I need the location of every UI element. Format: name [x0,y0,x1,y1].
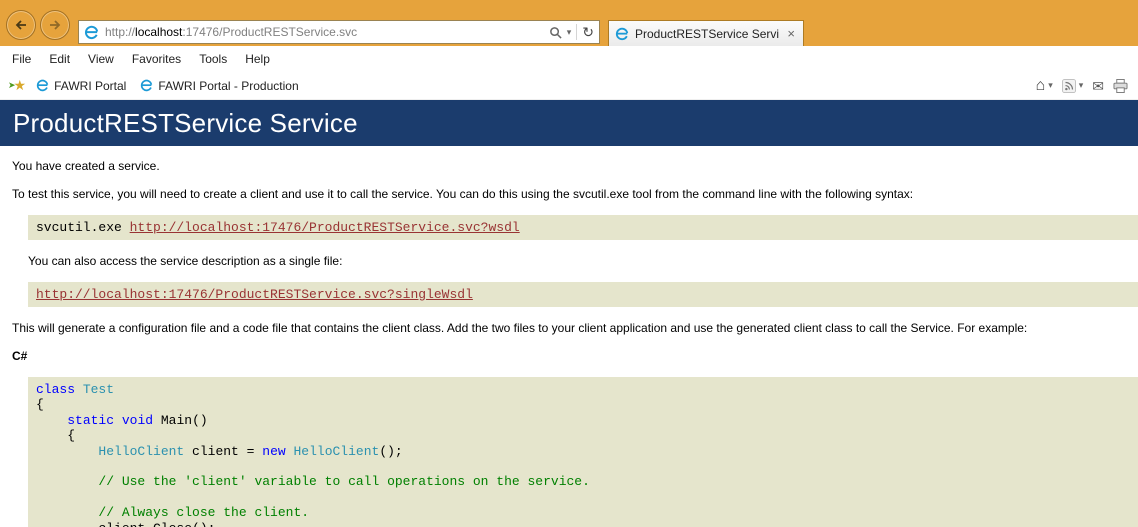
address-bar[interactable]: http://localhost:17476/ProductRESTServic… [78,20,600,44]
favorite-label: FAWRI Portal [54,78,127,93]
home-icon: ⌂ [1035,76,1046,94]
refresh-icon[interactable]: ↻ [582,25,594,39]
feed-button[interactable]: ▾ [1061,78,1084,93]
favorite-label: FAWRI Portal - Production [158,78,299,93]
favorite-link-fawri-portal[interactable]: FAWRI Portal [36,79,126,93]
code-sample: class Test{ static void Main() { HelloCl… [28,377,1138,527]
menu-help[interactable]: Help [236,52,279,66]
browser-tab[interactable]: ProductRESTService Service × [608,20,804,46]
favorite-link-fawri-portal-production[interactable]: FAWRI Portal - Production [140,78,299,93]
wsdl-link[interactable]: http://localhost:17476/ProductRESTServic… [130,220,520,235]
browser-chrome: http://localhost:17476/ProductRESTServic… [0,0,1138,46]
page-title: ProductRESTService Service [13,107,358,138]
print-icon [1113,78,1128,93]
menu-view[interactable]: View [79,52,123,66]
forward-button[interactable] [40,10,70,40]
favorite-ie-icon [36,79,49,92]
back-button[interactable] [6,10,36,40]
intro-text: You have created a service. [12,159,160,173]
home-dropdown-icon[interactable]: ▾ [1048,80,1053,91]
back-icon [13,17,29,33]
page-content: You have created a service. To test this… [0,159,1138,527]
tab-title: ProductRESTService Service [635,26,780,41]
address-divider [576,24,578,40]
home-button[interactable]: ⌂ ▾ [1035,76,1053,94]
ie-icon [84,25,99,40]
menu-file[interactable]: File [3,52,40,66]
menu-edit[interactable]: Edit [40,52,79,66]
favorites-bar: ➤ ★ FAWRI Portal FAWRI Portal - Producti… [0,72,1138,100]
language-label: C# [12,349,28,363]
print-button[interactable] [1113,78,1128,93]
generate-text: This will generate a configuration file … [12,321,1028,335]
single-wsdl-box: http://localhost:17476/ProductRESTServic… [28,282,1138,307]
feed-dropdown-icon[interactable]: ▾ [1079,80,1084,91]
svcutil-command-prefix: svcutil.exe [36,220,130,235]
menu-favorites[interactable]: Favorites [123,52,190,66]
url-path: :17476/ProductRESTService.svc [182,25,358,39]
browser-window: http://localhost:17476/ProductRESTServic… [0,0,1138,527]
search-icon[interactable] [549,26,562,39]
svcutil-command-box: svcutil.exe http://localhost:17476/Produ… [28,215,1138,240]
tab-favicon-ie-icon [615,27,629,41]
menu-bar: File Edit View Favorites Tools Help [0,46,1138,72]
feed-icon [1061,78,1076,93]
tab-close-icon[interactable]: × [785,26,797,41]
url-protocol: http:// [105,25,136,39]
page-header: ProductRESTService Service [0,100,1138,146]
test-instructions-text: To test this service, you will need to c… [12,187,914,201]
url-text[interactable]: http://localhost:17476/ProductRESTServic… [105,25,543,39]
browser-command-icons: ⌂ ▾ ▾ ✉ [1036,72,1128,99]
url-host: localhost [135,25,183,39]
read-mail-button[interactable]: ✉ [1092,79,1104,93]
favorites-star-icon: ★ [13,77,27,93]
add-favorite-button[interactable]: ➤ ★ [8,77,26,94]
search-dropdown-icon[interactable]: ▾ [567,27,572,38]
single-file-text: You can also access the service descript… [28,254,343,268]
address-bar-controls: ▾ ↻ [549,24,594,40]
menu-tools[interactable]: Tools [190,52,236,66]
favorite-ie-icon [140,79,153,92]
forward-icon [47,17,63,33]
single-wsdl-link[interactable]: http://localhost:17476/ProductRESTServic… [36,287,473,302]
mail-icon: ✉ [1092,77,1104,94]
